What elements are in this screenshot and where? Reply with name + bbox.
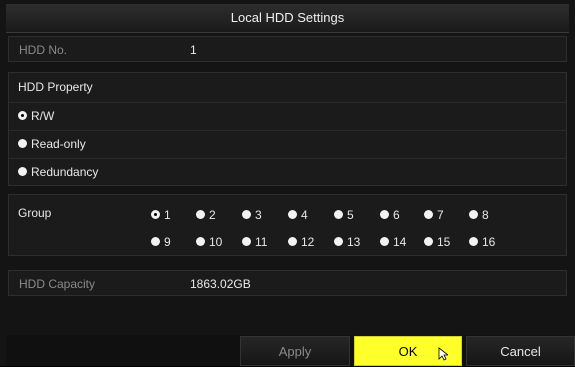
radio-unchecked-icon[interactable] — [380, 210, 389, 220]
group-option-label: 11 — [255, 235, 268, 249]
group-option-13[interactable]: 13 — [334, 235, 360, 249]
hdd-no-row: HDD No. 1 — [8, 36, 567, 62]
group-option-15[interactable]: 15 — [424, 235, 450, 249]
group-option-4[interactable]: 4 — [288, 208, 308, 222]
hdd-no-value: 1 — [190, 43, 197, 57]
hdd-capacity-value: 1863.02GB — [190, 277, 251, 291]
group-option-7[interactable]: 7 — [424, 208, 444, 222]
radio-unchecked-icon[interactable] — [288, 237, 297, 247]
group-option-3[interactable]: 3 — [242, 208, 262, 222]
radio-unchecked-icon[interactable] — [380, 237, 389, 247]
group-option-10[interactable]: 10 — [196, 235, 222, 249]
group-option-label: 14 — [393, 235, 407, 249]
radio-unchecked-icon[interactable] — [288, 210, 297, 220]
group-option-label: 1 — [164, 208, 171, 222]
group-option-8[interactable]: 8 — [469, 208, 489, 222]
property-option-rw[interactable]: R/W — [8, 102, 567, 128]
group-option-label: 10 — [209, 235, 223, 249]
hdd-capacity-label: HDD Capacity — [19, 277, 96, 291]
group-option-label: 9 — [164, 235, 171, 249]
property-option-label: Redundancy — [31, 165, 99, 179]
group-option-label: 12 — [301, 235, 315, 249]
group-option-label: 13 — [347, 235, 361, 249]
radio-checked-icon[interactable] — [151, 210, 160, 220]
dialog-title: Local HDD Settings — [6, 4, 569, 33]
group-option-label: 8 — [482, 208, 489, 222]
radio-unchecked-icon[interactable] — [151, 237, 160, 247]
radio-unchecked-icon[interactable] — [18, 167, 27, 177]
group-option-label: 6 — [393, 208, 400, 222]
radio-unchecked-icon[interactable] — [469, 237, 478, 247]
radio-unchecked-icon[interactable] — [18, 139, 27, 149]
group-option-label: 15 — [437, 235, 451, 249]
radio-unchecked-icon[interactable] — [424, 210, 433, 220]
radio-unchecked-icon[interactable] — [242, 210, 251, 220]
group-option-16[interactable]: 16 — [469, 235, 495, 249]
group-label: Group — [18, 206, 52, 220]
group-option-14[interactable]: 14 — [380, 235, 406, 249]
property-option-label: Read-only — [31, 137, 86, 151]
hdd-capacity-row: HDD Capacity 1863.02GB — [8, 270, 567, 296]
radio-unchecked-icon[interactable] — [242, 237, 251, 247]
group-option-label: 3 — [255, 208, 262, 222]
group-option-label: 16 — [482, 235, 496, 249]
radio-unchecked-icon[interactable] — [334, 210, 343, 220]
radio-unchecked-icon[interactable] — [196, 237, 205, 247]
group-option-9[interactable]: 9 — [151, 235, 171, 249]
property-option-redundancy[interactable]: Redundancy — [8, 158, 567, 184]
cancel-button[interactable]: Cancel — [466, 336, 575, 366]
radio-unchecked-icon[interactable] — [469, 210, 478, 220]
group-option-11[interactable]: 11 — [242, 235, 267, 249]
group-option-5[interactable]: 5 — [334, 208, 354, 222]
local-hdd-settings-dialog: Local HDD Settings HDD No. 1 HDD Propert… — [0, 0, 575, 366]
hdd-property-header: HDD Property — [8, 74, 567, 100]
group-option-label: 2 — [209, 208, 216, 222]
group-option-label: 7 — [437, 208, 444, 222]
group-option-6[interactable]: 6 — [380, 208, 400, 222]
radio-unchecked-icon[interactable] — [196, 210, 205, 220]
group-option-1[interactable]: 1 — [151, 208, 171, 222]
radio-unchecked-icon[interactable] — [424, 237, 433, 247]
group-option-2[interactable]: 2 — [196, 208, 216, 222]
property-option-label: R/W — [31, 109, 55, 123]
mouse-pointer-icon — [438, 347, 448, 361]
radio-unchecked-icon[interactable] — [334, 237, 343, 247]
apply-button[interactable]: Apply — [240, 336, 350, 366]
group-option-12[interactable]: 12 — [288, 235, 314, 249]
group-option-label: 4 — [301, 208, 308, 222]
group-option-label: 5 — [347, 208, 354, 222]
property-option-read-only[interactable]: Read-only — [8, 130, 567, 156]
radio-checked-icon[interactable] — [18, 111, 27, 121]
hdd-property-label: HDD Property — [18, 80, 93, 94]
hdd-no-label: HDD No. — [19, 43, 68, 57]
